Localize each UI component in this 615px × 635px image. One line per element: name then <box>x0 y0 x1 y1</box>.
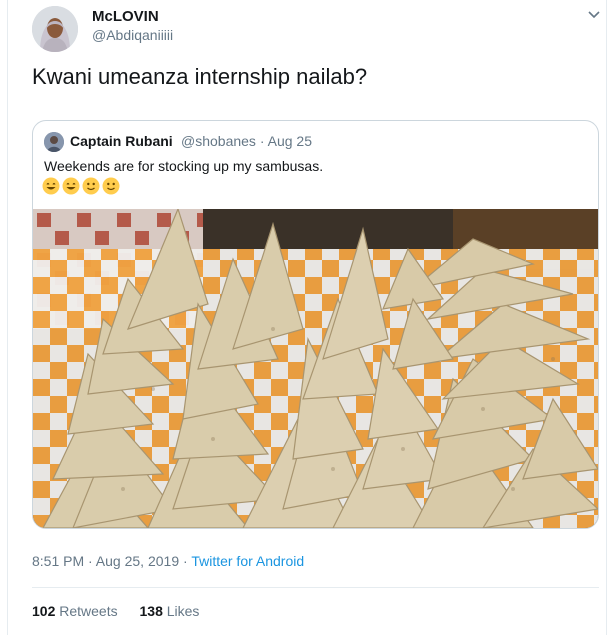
engagement-stats: 102 Retweets 138 Likes <box>32 603 217 619</box>
sambusas-photo[interactable] <box>33 209 598 528</box>
grinning-face-icon <box>62 177 80 195</box>
quoted-author-name[interactable]: Captain Rubani <box>70 133 173 149</box>
tweet-timestamp[interactable]: 8:51 PM · Aug 25, 2019 <box>32 553 179 569</box>
quoted-tweet[interactable]: Captain Rubani @shobanes · Aug 25 Weeken… <box>32 120 599 529</box>
tweet-menu-button[interactable] <box>586 6 602 22</box>
quoted-dot: · <box>255 133 268 149</box>
author-avatar[interactable] <box>32 6 78 52</box>
chevron-down-icon <box>588 11 600 19</box>
tweet-card: McLOVIN @Abdiqaniiiii Kwani umeanza inte… <box>7 0 607 635</box>
divider <box>32 587 599 588</box>
likes-count: 138 <box>139 603 163 619</box>
quoted-emoji-row <box>42 176 122 196</box>
quoted-author-avatar[interactable] <box>44 132 64 152</box>
avatar-woman-hijab-icon <box>32 6 78 52</box>
grinning-face-icon <box>42 177 60 195</box>
quoted-date[interactable]: Aug 25 <box>268 133 312 149</box>
quoted-author-handle[interactable]: @shobanes <box>181 133 256 149</box>
quoted-text: Weekends are for stocking up my sambusas… <box>44 158 324 174</box>
retweets-stat[interactable]: 102 Retweets <box>32 603 118 619</box>
tweet-source-link[interactable]: Twitter for Android <box>191 553 304 569</box>
photo-of-sambusas-on-tray <box>33 209 598 528</box>
slightly-smiling-face-icon <box>82 177 100 195</box>
tweet-text: Kwani umeanza internship nailab? <box>32 64 368 89</box>
author-handle[interactable]: @Abdiqaniiiii <box>92 27 173 43</box>
retweets-count: 102 <box>32 603 56 619</box>
meta-separator: · <box>179 553 192 569</box>
slightly-smiling-face-icon <box>102 177 120 195</box>
likes-label: Likes <box>166 603 200 619</box>
quoted-avatar-icon <box>44 132 64 152</box>
author-name[interactable]: McLOVIN <box>92 8 159 25</box>
tweet-meta: 8:51 PM · Aug 25, 2019 · Twitter for And… <box>32 553 304 569</box>
quoted-author-meta[interactable]: @shobanes · Aug 25 <box>181 133 312 149</box>
retweets-label: Retweets <box>59 603 118 619</box>
likes-stat[interactable]: 138 Likes <box>140 603 200 619</box>
